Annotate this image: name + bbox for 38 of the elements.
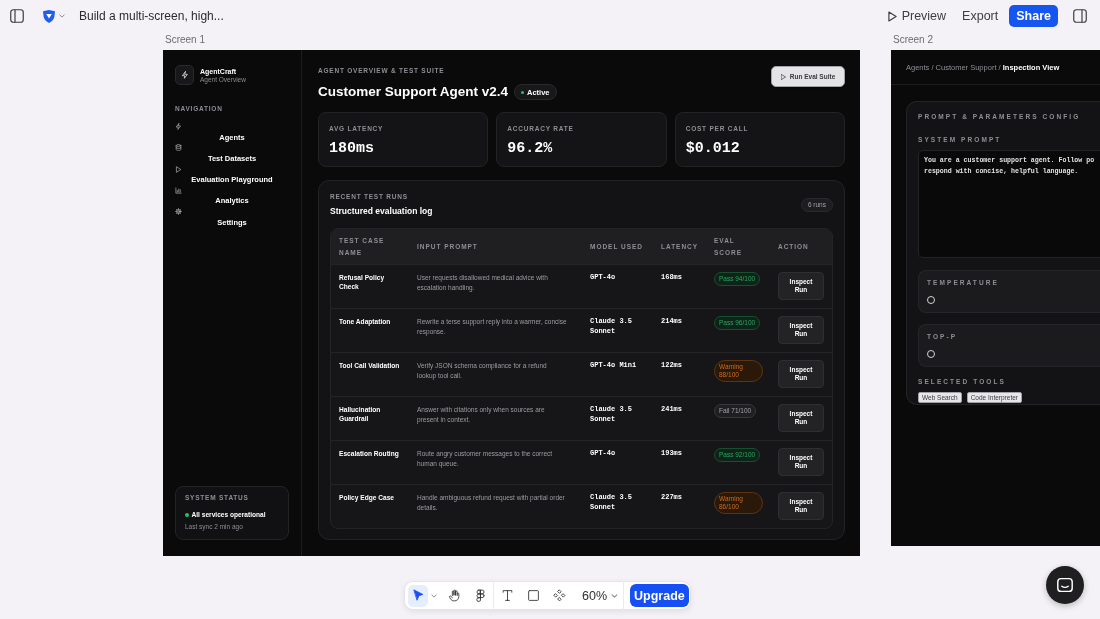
project-title[interactable]: Build a multi-screen, high... <box>79 8 224 24</box>
screen-label: Screen 1 <box>165 34 206 46</box>
metric-value: $0.012 <box>685 140 741 158</box>
play-icon <box>780 73 786 80</box>
upgrade-button[interactable]: Upgrade <box>630 584 689 607</box>
metric-value: 96.2% <box>507 140 554 158</box>
four-diamonds-icon <box>552 589 566 602</box>
play-icon <box>175 165 182 173</box>
bolt-logo-icon <box>175 65 194 85</box>
slider-thumb[interactable] <box>927 296 935 304</box>
text-tool-icon <box>500 589 514 602</box>
settings-icon <box>175 208 182 216</box>
bar-chart-icon <box>175 186 182 194</box>
section-title: Structured evaluation log <box>330 205 433 217</box>
bolt-icon <box>175 123 182 130</box>
chat-icon <box>1057 577 1073 593</box>
shield-logo-icon[interactable] <box>42 9 56 23</box>
page-title: Customer Support Agent v2.4 <box>318 84 509 100</box>
slider-thumb[interactable] <box>927 350 935 358</box>
panel-toggle-icon[interactable] <box>1073 9 1087 23</box>
play-icon <box>887 10 897 22</box>
zoom-dropdown[interactable]: 60% <box>582 587 619 604</box>
hand-icon <box>447 589 461 602</box>
preview-button[interactable]: Preview <box>887 8 947 24</box>
database-icon <box>175 144 182 152</box>
screen-label: Screen 2 <box>893 34 934 46</box>
cursor-arrow-icon <box>411 589 425 602</box>
chevron-down-icon[interactable] <box>431 593 437 598</box>
stacked-shapes-icon <box>473 589 487 602</box>
metric-value: 180ms <box>329 140 375 158</box>
chat-button[interactable] <box>1046 566 1084 604</box>
square-icon <box>526 589 540 602</box>
pointer-tool-button[interactable] <box>408 584 428 607</box>
sidebar-toggle-icon[interactable] <box>10 9 24 23</box>
chevron-down-icon[interactable] <box>59 14 65 18</box>
chevron-down-icon <box>611 593 619 598</box>
share-button[interactable]: Share <box>1009 5 1058 27</box>
export-button[interactable]: Export <box>962 8 999 24</box>
